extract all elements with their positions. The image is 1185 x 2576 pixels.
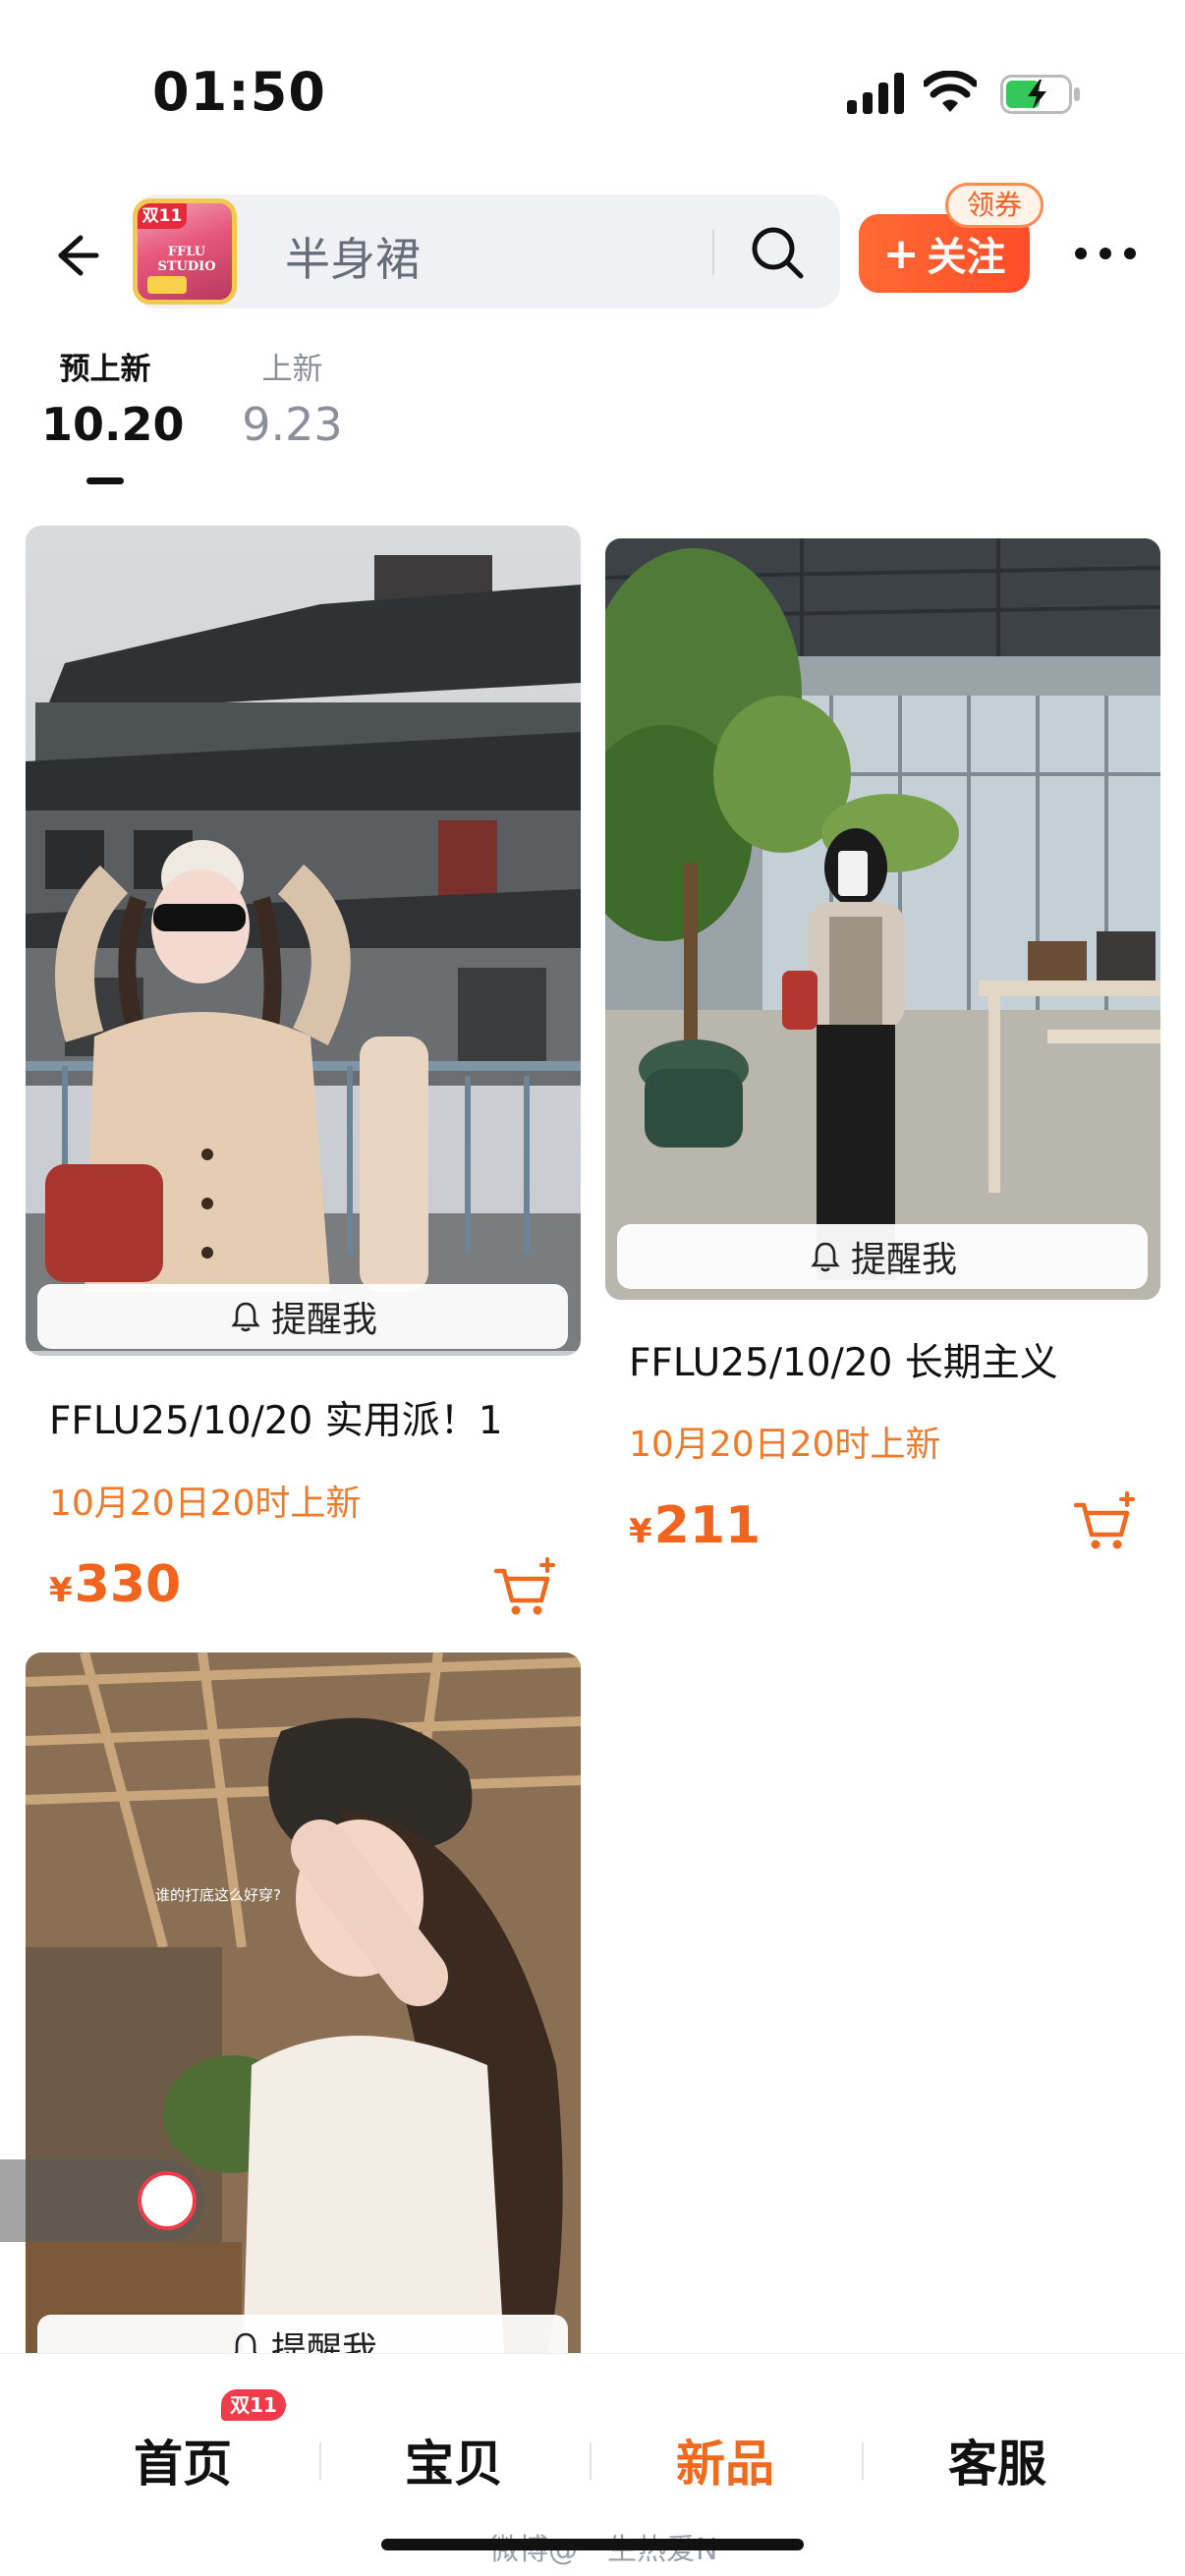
remind-me-button[interactable]: 提醒我 [617,1224,1148,1289]
nav-customer-service[interactable]: 客服 [899,2425,1096,2495]
tab-date: 10.20 [41,398,185,451]
nav-home[interactable]: 首页 [85,2425,281,2495]
add-to-cart-icon[interactable] [492,1555,557,1620]
product-title[interactable]: FFLU25/10/20 实用派！1 [49,1390,503,1445]
product-card[interactable]: 谁的打底这么好穿? 提醒我 [26,1652,581,2353]
product-price: ¥330 [49,1555,181,1614]
release-date-tabs: 预上新 10.20 上新 9.23 [0,344,1185,491]
tab-label: 预上新 [59,352,151,387]
bell-icon [234,2332,257,2353]
tab-new-release[interactable]: 上新 9.23 [236,344,349,451]
tab-pre-release[interactable]: 预上新 10.20 [41,344,185,451]
store-search-bar[interactable]: 双11 FFLU STUDIO 半身裙 [133,195,840,308]
store-header: 双11 FFLU STUDIO 半身裙 + 关注 领券 [0,183,1185,324]
remind-me-button[interactable]: 提醒我 [37,2315,568,2353]
cellular-signal-icon [847,73,904,114]
battery-charging-icon [1000,75,1080,114]
price-value: 211 [653,1496,762,1555]
bell-icon [811,1242,840,1272]
wifi-icon [924,71,977,112]
live-avatar-icon [138,2171,197,2230]
nav-new-arrivals[interactable]: 新品 [627,2425,823,2495]
currency-symbol: ¥ [629,1512,652,1551]
active-tab-indicator [86,477,124,484]
status-bar: 01:50 [0,0,1185,177]
store-logo-text: FFLU STUDIO [157,245,216,274]
tab-label: 上新 [261,352,323,387]
currency-symbol: ¥ [49,1571,73,1610]
product-photo[interactable] [605,538,1160,1300]
nav-divider [590,2442,592,2480]
photo-overlay-text: 谁的打底这么好穿? [155,1886,281,1904]
remind-me-label: 提醒我 [270,1300,377,1340]
follow-button-label: 关注 [927,235,1006,280]
product-card[interactable]: 提醒我 FFLU25/10/20 长期主义 10月20日20时上新 ¥211 [605,538,1160,1560]
floating-live-widget[interactable] [0,2159,204,2242]
tab-date: 9.23 [242,398,343,451]
price-value: 330 [74,1555,182,1614]
store-logo-sticker [147,276,187,294]
product-card[interactable]: 提醒我 FFLU25/10/20 实用派！1 10月20日20时上新 ¥330 [26,526,581,1615]
product-price: ¥211 [629,1496,761,1555]
double-eleven-badge: 双11 [221,2389,286,2421]
nav-divider [319,2442,321,2480]
back-arrow-icon[interactable] [41,224,104,287]
home-indicator[interactable] [381,2539,804,2550]
product-title[interactable]: FFLU25/10/20 长期主义 [629,1332,1058,1387]
add-to-cart-icon[interactable] [1072,1489,1137,1554]
store-logo[interactable]: 双11 FFLU STUDIO [133,198,237,305]
search-divider [712,230,714,275]
product-photo[interactable] [26,526,581,1356]
remind-me-button[interactable]: 提醒我 [37,1284,568,1349]
nav-products[interactable]: 宝贝 [356,2425,552,2495]
store-logo-tag: 双11 [138,203,187,229]
release-time: 10月20日20时上新 [49,1484,362,1524]
status-time: 01:50 [152,61,326,123]
more-options-icon[interactable] [1071,236,1140,271]
bell-icon [231,1302,260,1332]
product-photo[interactable]: 谁的打底这么好穿? [26,1652,581,2353]
remind-me-label: 提醒我 [270,2330,377,2353]
search-icon[interactable] [749,224,806,281]
coupon-badge[interactable]: 领券 [945,183,1044,228]
release-time: 10月20日20时上新 [629,1425,941,1465]
nav-divider [862,2442,864,2480]
search-input[interactable]: 半身裙 [285,224,421,289]
remind-me-label: 提醒我 [850,1240,957,1280]
plus-icon: + [882,228,920,279]
